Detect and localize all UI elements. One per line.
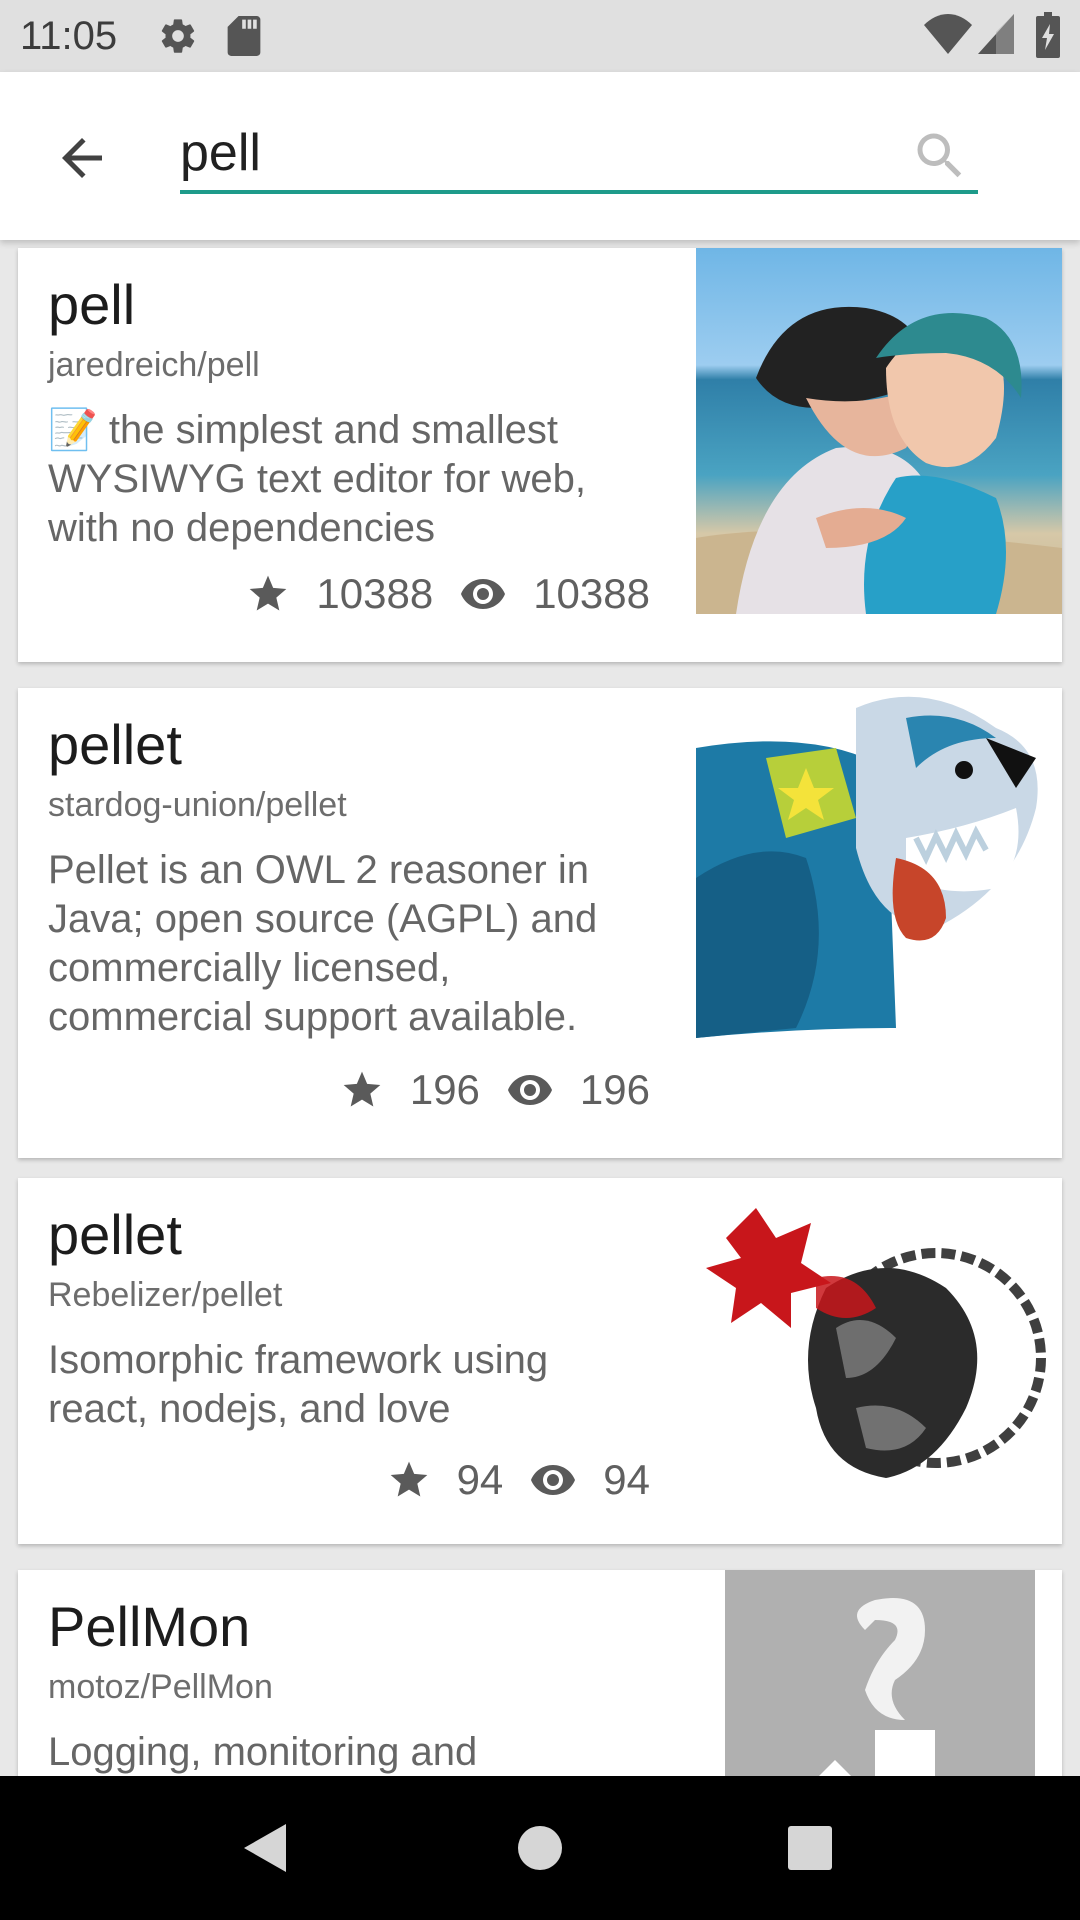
result-card[interactable]: pellet stardog-union/pellet Pellet is an… xyxy=(18,688,1062,1158)
system-navigation-bar xyxy=(0,1776,1080,1920)
repo-description: Logging, monitoring and xyxy=(48,1730,478,1774)
repo-description: 📝 the simplest and smallest WYSIWYG text… xyxy=(48,408,586,550)
repo-owner-name: jaredreich/pell xyxy=(48,346,260,384)
wifi-icon xyxy=(924,14,972,59)
repo-owner-name: motoz/PellMon xyxy=(48,1668,273,1706)
watcher-count: 94 xyxy=(603,1456,650,1503)
repo-title: pellet xyxy=(48,1203,182,1266)
repo-stats: 10388 10388 xyxy=(246,570,650,618)
star-count: 196 xyxy=(409,1066,480,1113)
battery-icon xyxy=(1036,12,1060,63)
eye-icon xyxy=(531,1465,576,1495)
star-icon xyxy=(250,575,287,611)
result-card[interactable]: pell jaredreich/pell 📝 the simplest and … xyxy=(18,248,1062,662)
back-icon[interactable] xyxy=(236,1816,300,1880)
repo-description: Isomorphic framework using react, nodejs… xyxy=(48,1338,549,1431)
result-card[interactable]: PellMon motoz/PellMon Logging, monitorin… xyxy=(18,1570,1062,1776)
eye-icon xyxy=(461,579,506,609)
signal-icon xyxy=(978,14,1014,59)
star-icon xyxy=(390,1461,427,1497)
home-icon[interactable] xyxy=(508,1816,572,1880)
repo-owner-name: Rebelizer/pellet xyxy=(48,1276,283,1314)
repo-stats: 196 196 xyxy=(340,1066,650,1114)
status-bar: 11:05 xyxy=(0,0,1080,72)
search-input[interactable] xyxy=(180,120,880,186)
status-time: 11:05 xyxy=(20,14,118,58)
recents-icon[interactable] xyxy=(778,1816,842,1880)
sd-card-icon xyxy=(226,16,262,61)
watcher-count: 10388 xyxy=(533,570,650,617)
search-app-bar xyxy=(0,72,1080,240)
repo-title: pellet xyxy=(48,713,182,776)
watcher-count: 196 xyxy=(579,1066,650,1113)
repo-title: PellMon xyxy=(48,1595,251,1658)
arrow-back-icon xyxy=(62,138,102,178)
repo-avatar-image xyxy=(725,1570,1035,1776)
eye-icon xyxy=(507,1075,552,1105)
search-field[interactable] xyxy=(180,120,978,194)
star-icon xyxy=(343,1071,381,1107)
results-list[interactable]: pell jaredreich/pell 📝 the simplest and … xyxy=(0,240,1080,1776)
result-card[interactable]: pellet Rebelizer/pellet Isomorphic frame… xyxy=(18,1178,1062,1544)
back-button[interactable] xyxy=(52,128,112,188)
star-count: 10388 xyxy=(316,570,434,617)
repo-description: Pellet is an OWL 2 reasoner in Java; ope… xyxy=(48,848,598,1039)
repo-avatar-image xyxy=(696,1178,1062,1544)
search-icon[interactable] xyxy=(910,126,970,186)
star-count: 94 xyxy=(456,1456,504,1503)
repo-stats: 94 94 xyxy=(387,1456,650,1504)
repo-title: pell xyxy=(48,273,136,336)
repo-owner-name: stardog-union/pellet xyxy=(48,786,347,824)
repo-avatar-image xyxy=(696,248,1062,614)
repo-avatar-image xyxy=(696,688,1062,1054)
gear-icon xyxy=(158,16,198,61)
